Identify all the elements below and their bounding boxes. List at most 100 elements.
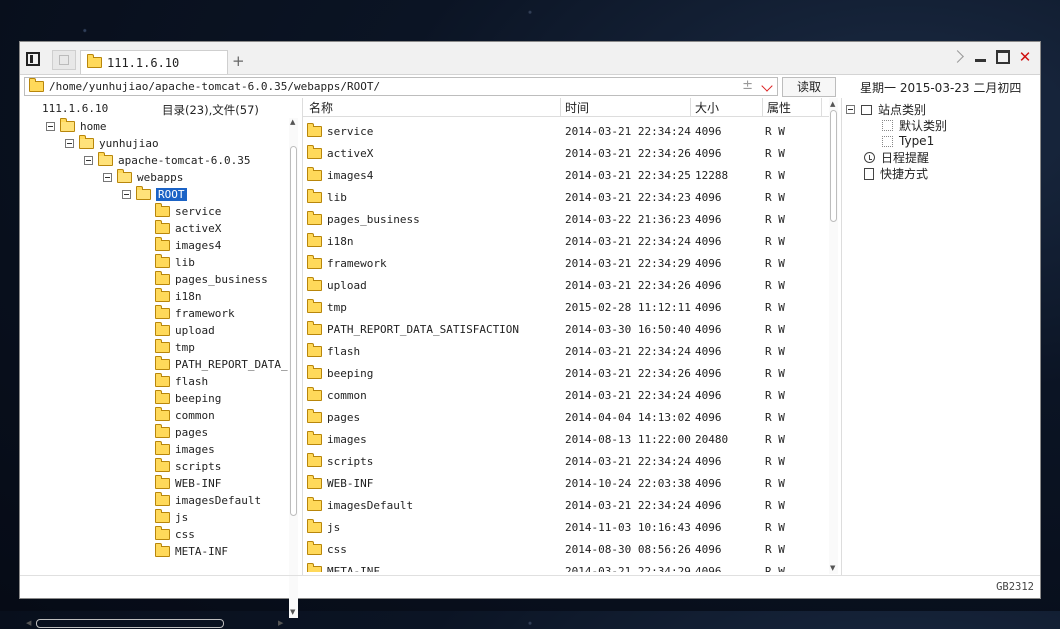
file-row[interactable]: imagesDefault 2014-03-21 22:34:24 4096 R W bbox=[303, 494, 823, 516]
file-row[interactable]: js 2014-11-03 10:16:43 4096 R W bbox=[303, 516, 823, 538]
tree-node[interactable]: images bbox=[155, 440, 215, 457]
file-row[interactable]: common 2014-03-21 22:34:24 4096 R W bbox=[303, 384, 823, 406]
file-row[interactable]: service 2014-03-21 22:34:24 4096 R W bbox=[303, 120, 823, 142]
collapse-toggle-icon[interactable] bbox=[103, 172, 112, 182]
collapse-toggle-icon[interactable] bbox=[846, 105, 855, 114]
tree-node[interactable]: js bbox=[155, 508, 188, 525]
tree-node[interactable]: activeX bbox=[155, 219, 222, 236]
tree-header: 111.1.6.10 目录(23),文件(57) bbox=[20, 98, 302, 118]
scroll-up-icon[interactable]: ▲ bbox=[290, 118, 295, 126]
file-row[interactable]: flash 2014-03-21 22:34:24 4096 R W bbox=[303, 340, 823, 362]
tree-horizontal-scrollbar[interactable]: ◀ ▶ bbox=[24, 618, 290, 629]
default-category-node[interactable]: 默认类别 bbox=[882, 117, 947, 134]
file-row[interactable]: lib 2014-03-21 22:34:23 4096 R W bbox=[303, 186, 823, 208]
folder-icon bbox=[60, 118, 75, 132]
file-row[interactable]: WEB-INF 2014-10-24 22:03:38 4096 R W bbox=[303, 472, 823, 494]
tree-node[interactable]: PATH_REPORT_DATA_SA bbox=[155, 355, 288, 372]
file-size: 12288 bbox=[695, 169, 729, 182]
file-row[interactable]: scripts 2014-03-21 22:34:24 4096 R W bbox=[303, 450, 823, 472]
new-tab-button[interactable]: + bbox=[232, 52, 245, 70]
chevron-down-icon[interactable] bbox=[761, 80, 773, 92]
path-plus-icon[interactable]: ± bbox=[742, 78, 753, 93]
maximize-icon[interactable] bbox=[996, 50, 1010, 64]
tree-node[interactable]: service bbox=[155, 202, 221, 219]
file-row[interactable]: activeX 2014-03-21 22:34:26 4096 R W bbox=[303, 142, 823, 164]
minimize-icon[interactable] bbox=[974, 50, 988, 64]
file-row[interactable]: META-INF 2014-03-21 22:34:29 4096 R W bbox=[303, 560, 823, 572]
file-time: 2014-03-21 22:34:24 bbox=[565, 499, 691, 512]
date-display: 星期一 2015-03-23 二月初四 bbox=[860, 81, 1022, 95]
tree-node[interactable]: ROOT bbox=[122, 185, 187, 202]
scroll-right-icon[interactable]: ▶ bbox=[278, 619, 283, 627]
tree-node[interactable]: flash bbox=[155, 372, 208, 389]
collapse-toggle-icon[interactable] bbox=[65, 138, 74, 148]
tree-node[interactable]: css bbox=[155, 525, 195, 542]
file-row[interactable]: framework 2014-03-21 22:34:29 4096 R W bbox=[303, 252, 823, 274]
file-row[interactable]: PATH_REPORT_DATA_SATISFACTION 2014-03-30 … bbox=[303, 318, 823, 340]
type1-node[interactable]: Type1 bbox=[882, 134, 934, 148]
file-row[interactable]: beeping 2014-03-21 22:34:26 4096 R W bbox=[303, 362, 823, 384]
file-row[interactable]: tmp 2015-02-28 11:12:11 4096 R W bbox=[303, 296, 823, 318]
column-name[interactable]: 名称 bbox=[309, 99, 333, 116]
tree-node-label: activeX bbox=[175, 221, 222, 235]
tree-node-label: upload bbox=[175, 323, 215, 337]
tree-node[interactable]: pages_business bbox=[155, 270, 268, 287]
tree-node[interactable]: i18n bbox=[155, 287, 202, 304]
collapse-toggle-icon[interactable] bbox=[84, 155, 93, 165]
file-attr: R W bbox=[765, 301, 785, 314]
file-row[interactable]: upload 2014-03-21 22:34:26 4096 R W bbox=[303, 274, 823, 296]
scroll-down-icon[interactable]: ▼ bbox=[830, 564, 835, 572]
tree-vertical-scrollbar[interactable]: ▲ ▼ bbox=[289, 118, 298, 618]
tree-node[interactable]: framework bbox=[155, 304, 235, 321]
sidebar-toggle-icon[interactable] bbox=[26, 52, 40, 66]
file-row[interactable]: pages 2014-04-04 14:13:02 4096 R W bbox=[303, 406, 823, 428]
file-row[interactable]: images4 2014-03-21 22:34:25 12288 R W bbox=[303, 164, 823, 186]
file-scroll-thumb[interactable] bbox=[830, 110, 837, 222]
collapse-toggle-icon[interactable] bbox=[122, 189, 131, 199]
tree-node[interactable]: beeping bbox=[155, 389, 221, 406]
file-row[interactable]: pages_business 2014-03-22 21:36:23 4096 R W bbox=[303, 208, 823, 230]
schedule-node[interactable]: 日程提醒 bbox=[864, 149, 929, 166]
blank-tab[interactable] bbox=[52, 50, 76, 70]
tree-node[interactable]: META-INF bbox=[155, 542, 228, 559]
tree-node[interactable]: home bbox=[46, 118, 107, 134]
file-row[interactable]: images 2014-08-13 11:22:00 20480 R W bbox=[303, 428, 823, 450]
file-vertical-scrollbar[interactable]: ▲ ▼ bbox=[829, 98, 838, 574]
tree-node[interactable]: yunhujiao bbox=[65, 134, 159, 151]
tab-connection[interactable]: 111.1.6.10 bbox=[80, 50, 228, 74]
checkbox[interactable] bbox=[882, 120, 893, 131]
scroll-left-icon[interactable]: ◀ bbox=[26, 619, 31, 627]
scroll-up-icon[interactable]: ▲ bbox=[830, 100, 835, 108]
file-name: service bbox=[327, 125, 374, 138]
folder-icon bbox=[307, 431, 322, 445]
tree-hscroll-thumb[interactable] bbox=[36, 619, 224, 628]
column-time[interactable]: 时间 bbox=[565, 99, 589, 116]
checkbox[interactable] bbox=[882, 135, 893, 147]
tree-node[interactable]: scripts bbox=[155, 457, 221, 474]
tree-node[interactable]: WEB-INF bbox=[155, 474, 221, 491]
collapse-toggle-icon[interactable] bbox=[46, 121, 55, 131]
path-input[interactable]: /home/yunhujiao/apache-tomcat-6.0.35/web… bbox=[24, 77, 778, 96]
tree-node[interactable]: upload bbox=[155, 321, 215, 338]
file-row[interactable]: css 2014-08-30 08:56:26 4096 R W bbox=[303, 538, 823, 560]
shortcut-node[interactable]: 快捷方式 bbox=[864, 165, 928, 182]
tree-node[interactable]: webapps bbox=[103, 168, 183, 185]
chevron-right-icon[interactable] bbox=[952, 50, 966, 64]
site-category-node[interactable]: 站点类别 bbox=[846, 101, 926, 118]
tree-scroll-thumb[interactable] bbox=[290, 146, 297, 516]
tree-node[interactable]: apache-tomcat-6.0.35 bbox=[84, 151, 250, 168]
scroll-down-icon[interactable]: ▼ bbox=[290, 608, 295, 616]
file-time: 2014-03-21 22:34:24 bbox=[565, 345, 691, 358]
column-attr[interactable]: 属性 bbox=[767, 99, 791, 116]
column-size[interactable]: 大小 bbox=[695, 99, 719, 116]
tree-node[interactable]: pages bbox=[155, 423, 208, 440]
tree-node[interactable]: images4 bbox=[155, 236, 221, 253]
tree-node[interactable]: imagesDefault bbox=[155, 491, 261, 508]
close-icon[interactable]: ✕ bbox=[1018, 50, 1032, 65]
file-row[interactable]: i18n 2014-03-21 22:34:24 4096 R W bbox=[303, 230, 823, 252]
read-button[interactable]: 读取 bbox=[782, 77, 836, 97]
tree-node[interactable]: lib bbox=[155, 253, 195, 270]
tree-node[interactable]: common bbox=[155, 406, 215, 423]
encoding-label: GB2312 bbox=[996, 581, 1034, 593]
tree-node[interactable]: tmp bbox=[155, 338, 195, 355]
